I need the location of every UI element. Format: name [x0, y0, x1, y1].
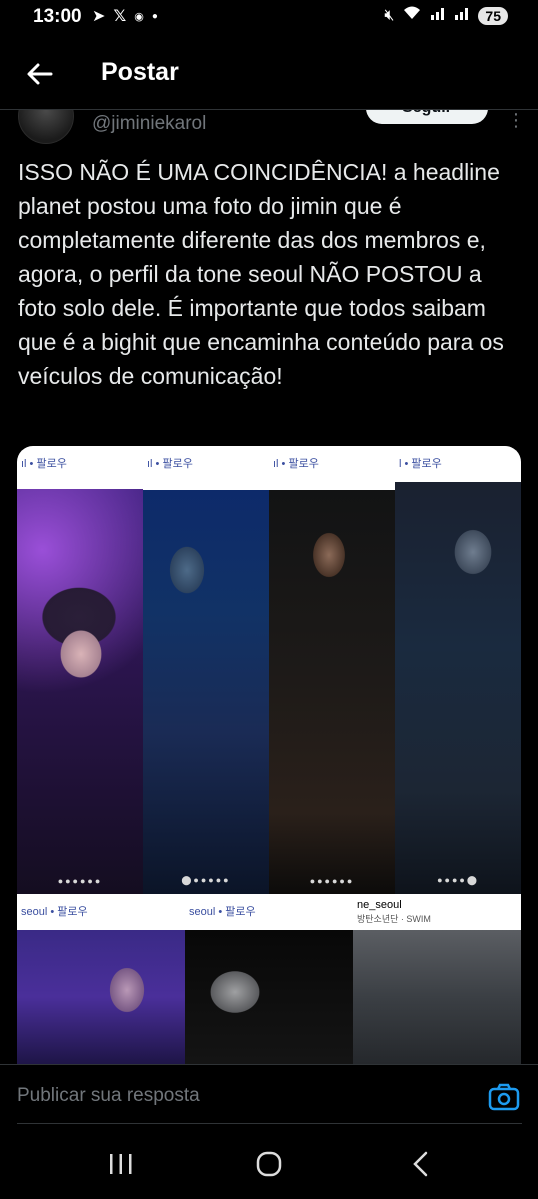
media-panel[interactable]: ne_seoul 방탄소년단 · SWIM: [353, 894, 521, 1064]
page-title: Postar: [101, 58, 179, 86]
media-panel[interactable]: seoul • 팔로우: [185, 894, 353, 1064]
reply-bar: Publicar sua resposta: [0, 1065, 538, 1125]
status-bar: 13:00 ➤ 𝕏 ◉ ● 🔇︎ 75: [0, 0, 538, 36]
dot-icon: ●: [151, 10, 158, 22]
panel-label: ne_seoul 방탄소년단 · SWIM: [353, 894, 521, 934]
panel-account: ne_seoul: [357, 899, 402, 911]
back-arrow-icon[interactable]: [24, 58, 56, 90]
panel-label: ıl • 팔로우: [17, 446, 143, 489]
battery-indicator: 75: [478, 6, 508, 25]
signal-icon: [430, 6, 446, 25]
carousel-dots: ⬤●●●●●: [181, 875, 231, 885]
concert-photo: ●●●●⬤: [395, 482, 521, 894]
media-panel[interactable]: ıl • 팔로우 ●●●●●●: [269, 446, 395, 894]
media-panel[interactable]: seoul • 팔로우: [17, 894, 185, 1064]
status-time: 13:00: [33, 6, 82, 27]
concert-photo: ⬤●●●●●: [143, 490, 269, 894]
system-icons: 🔇︎ 75: [384, 5, 508, 26]
reply-input[interactable]: Publicar sua resposta: [17, 1085, 200, 1107]
telegram-icon: ➤: [92, 8, 106, 25]
home-icon[interactable]: [256, 1151, 282, 1177]
concert-photo: [17, 930, 185, 1064]
recents-icon[interactable]: [108, 1152, 134, 1176]
x-icon: 𝕏: [113, 8, 127, 25]
notification-icons: ➤ 𝕏 ◉ ●: [92, 6, 158, 26]
wifi-icon: [402, 5, 422, 26]
panel-sublabel: 방탄소년단 · SWIM: [357, 914, 431, 924]
app-icon: ◉: [134, 10, 144, 23]
author-row: @jiminiekarol Seguir ⋮: [0, 110, 538, 146]
building-photo: [353, 930, 521, 1064]
mute-icon: 🔇︎: [384, 6, 395, 24]
system-nav-bar: [0, 1134, 538, 1199]
reply-underline: [17, 1123, 522, 1124]
back-nav-icon[interactable]: [410, 1151, 432, 1177]
author-handle[interactable]: @jiminiekarol: [92, 113, 206, 135]
more-options-icon[interactable]: ⋮: [507, 110, 525, 131]
concert-photo: [185, 930, 353, 1064]
media-panel[interactable]: ıl • 팔로우 ●●●●●●: [17, 446, 143, 894]
concert-photo: ●●●●●●: [17, 489, 143, 894]
tweet-media[interactable]: ıl • 팔로우 ●●●●●● ıl • 팔로우 ⬤●●●●● ıl • 팔로우…: [17, 446, 521, 1064]
camera-icon[interactable]: [488, 1083, 520, 1111]
carousel-dots: ●●●●⬤: [437, 875, 479, 885]
top-bar: Postar: [0, 46, 538, 104]
signal-icon: [454, 6, 470, 25]
media-panel[interactable]: ıl • 팔로우 ⬤●●●●●: [143, 446, 269, 894]
carousel-dots: ●●●●●●: [309, 876, 355, 886]
concert-photo: ●●●●●●: [269, 490, 395, 894]
avatar[interactable]: [18, 110, 74, 144]
follow-button[interactable]: Seguir: [366, 110, 488, 124]
tweet-text: ISSO NÃO É UMA COINCIDÊNCIA! a headline …: [18, 159, 511, 389]
media-panel[interactable]: l • 팔로우 ●●●●⬤: [395, 446, 521, 894]
carousel-dots: ●●●●●●: [57, 876, 103, 886]
